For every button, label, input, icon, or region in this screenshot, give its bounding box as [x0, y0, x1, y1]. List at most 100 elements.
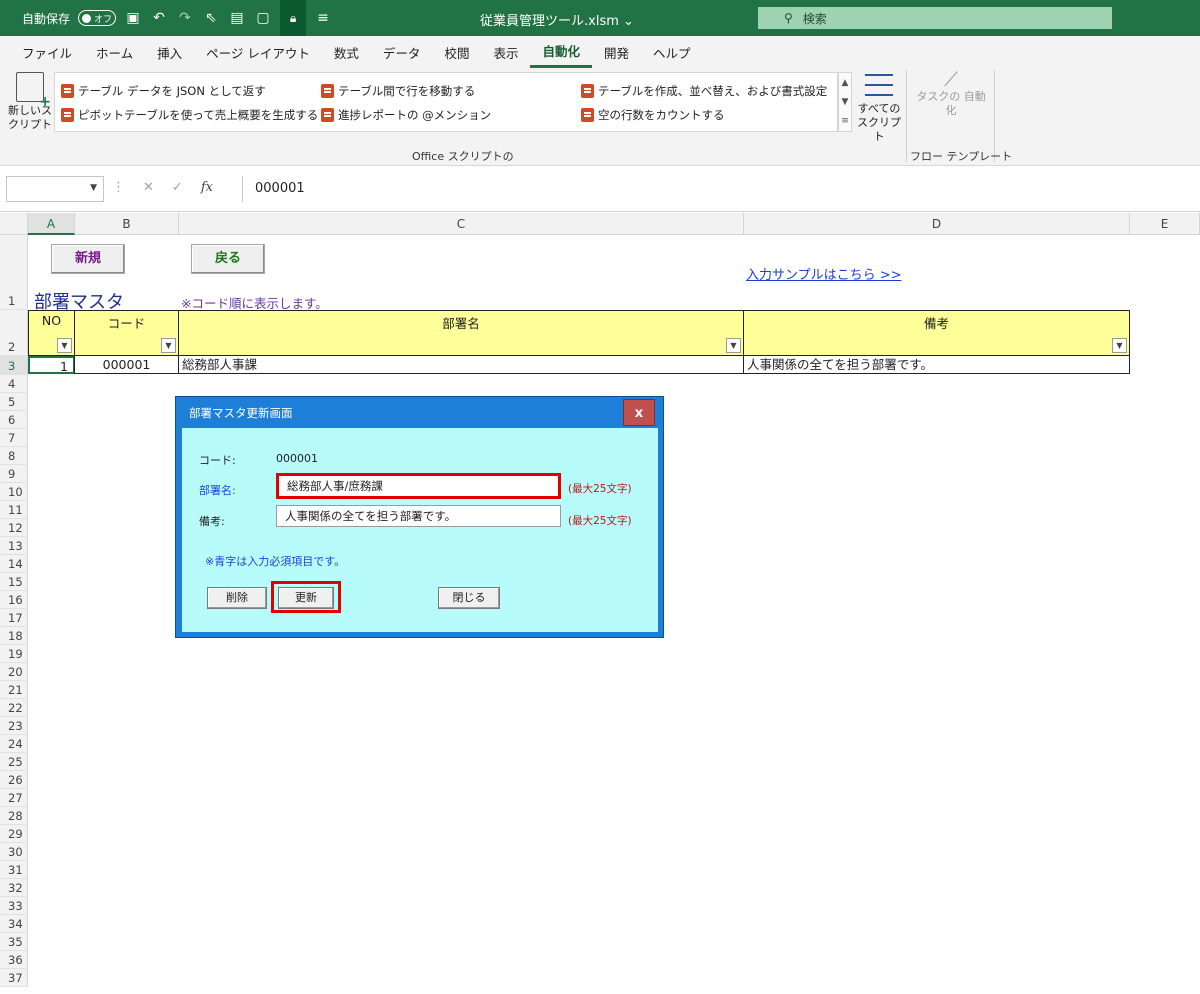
row-header[interactable]: 28: [0, 807, 28, 825]
scroll-up-icon[interactable]: ▲: [842, 78, 849, 88]
cancel-icon[interactable]: ✕: [143, 180, 154, 195]
script-item[interactable]: テーブルを作成、並べ替え、および書式設定: [581, 83, 827, 99]
filter-dropdown-icon[interactable]: ▼: [1112, 338, 1127, 353]
close-dialog-button[interactable]: 閉じる: [438, 587, 500, 609]
back-button[interactable]: 戻る: [191, 244, 265, 274]
row-header[interactable]: 33: [0, 897, 28, 915]
row-header[interactable]: 12: [0, 519, 28, 537]
new-button[interactable]: 新規: [51, 244, 125, 274]
row-header[interactable]: 21: [0, 681, 28, 699]
row-header[interactable]: 16: [0, 591, 28, 609]
formula-input[interactable]: 000001: [242, 176, 1200, 202]
row-header[interactable]: 26: [0, 771, 28, 789]
column-header-d[interactable]: D: [744, 213, 1130, 235]
row-header[interactable]: 9: [0, 465, 28, 483]
row-header[interactable]: 18: [0, 627, 28, 645]
task-automation-button[interactable]: ⟋ タスクの 自動化: [916, 69, 986, 118]
filter-dropdown-icon[interactable]: ▼: [161, 338, 176, 353]
row-header[interactable]: 36: [0, 951, 28, 969]
tab-help[interactable]: ヘルプ: [641, 36, 703, 68]
delete-button[interactable]: 削除: [207, 587, 267, 609]
script-item[interactable]: 進捗レポートの @メンション: [321, 107, 491, 123]
document-title[interactable]: 従業員管理ツール.xlsm ⌄: [480, 10, 634, 29]
filter-dropdown-icon[interactable]: ▼: [57, 338, 72, 353]
gallery-scroll[interactable]: ▲ ▼ ≡: [838, 72, 852, 132]
row-header[interactable]: 3: [0, 356, 28, 375]
script-item[interactable]: ピボットテーブルを使って売上概要を生成する: [61, 107, 318, 123]
tab-insert[interactable]: 挿入: [145, 36, 194, 68]
row-header[interactable]: 24: [0, 735, 28, 753]
column-header-c[interactable]: C: [179, 213, 744, 235]
select-all-corner[interactable]: [0, 213, 28, 235]
column-header-a[interactable]: A: [28, 213, 75, 235]
tab-formulas[interactable]: 数式: [322, 36, 371, 68]
redo-icon[interactable]: ↷: [176, 9, 194, 27]
row-header[interactable]: 7: [0, 429, 28, 447]
row-header[interactable]: 22: [0, 699, 28, 717]
tab-automate[interactable]: 自動化: [530, 36, 592, 68]
new-script-button[interactable]: 新しいス クリプト: [8, 72, 52, 132]
tab-data[interactable]: データ: [371, 36, 433, 68]
tab-home[interactable]: ホーム: [84, 36, 145, 68]
tab-file[interactable]: ファイル: [10, 36, 84, 68]
row-header[interactable]: 5: [0, 393, 28, 411]
row-header[interactable]: 11: [0, 501, 28, 519]
all-scripts-button[interactable]: すべての スクリプト: [854, 72, 904, 144]
tab-review[interactable]: 校閲: [432, 36, 481, 68]
tab-developer[interactable]: 開発: [592, 36, 641, 68]
row-header[interactable]: 27: [0, 789, 28, 807]
row-header[interactable]: 2: [0, 310, 28, 356]
update-button[interactable]: 更新: [278, 587, 334, 609]
row-header[interactable]: 31: [0, 861, 28, 879]
customize-qat-icon[interactable]: ≡: [314, 9, 332, 27]
row-header[interactable]: 17: [0, 609, 28, 627]
document-icon[interactable]: ▤: [228, 9, 246, 27]
row-header[interactable]: 20: [0, 663, 28, 681]
row-header[interactable]: 6: [0, 411, 28, 429]
cell-code[interactable]: 000001: [74, 356, 179, 374]
row-header[interactable]: 8: [0, 447, 28, 465]
column-header-b[interactable]: B: [75, 213, 179, 235]
scroll-down-icon[interactable]: ▼: [842, 97, 849, 107]
enter-icon[interactable]: ✓: [172, 180, 183, 195]
expand-gallery-icon[interactable]: ≡: [841, 116, 849, 126]
search-box[interactable]: ⚲ 検索: [758, 7, 1112, 29]
undo-icon[interactable]: ↶: [150, 9, 168, 27]
close-button[interactable]: x: [623, 399, 655, 426]
row-header[interactable]: 30: [0, 843, 28, 861]
row-header[interactable]: 10: [0, 483, 28, 501]
remarks-input[interactable]: 人事関係の全てを担う部署です。: [276, 505, 561, 527]
row-header[interactable]: 32: [0, 879, 28, 897]
row-header[interactable]: 29: [0, 825, 28, 843]
script-item[interactable]: テーブル間で行を移動する: [321, 83, 475, 99]
tab-page-layout[interactable]: ページ レイアウト: [194, 36, 322, 68]
row-header[interactable]: 13: [0, 537, 28, 555]
name-box[interactable]: ▼: [6, 176, 104, 202]
cell-no[interactable]: 1: [28, 356, 75, 374]
text-box-icon[interactable]: ▢: [254, 9, 272, 27]
row-header[interactable]: 15: [0, 573, 28, 591]
row-header[interactable]: 37: [0, 969, 28, 987]
row-header[interactable]: 25: [0, 753, 28, 771]
sample-link[interactable]: 入力サンプルはこちら >>: [746, 264, 902, 283]
filter-dropdown-icon[interactable]: ▼: [726, 338, 741, 353]
column-header-e[interactable]: E: [1130, 213, 1200, 235]
cell-dept-name[interactable]: 総務部人事課: [178, 356, 744, 374]
lock-icon[interactable]: 🔒︎: [280, 0, 307, 36]
row-header[interactable]: 34: [0, 915, 28, 933]
row-header[interactable]: 19: [0, 645, 28, 663]
autosave-toggle[interactable]: オフ: [78, 10, 117, 26]
script-item[interactable]: テーブル データを JSON として返す: [61, 83, 266, 99]
tab-view[interactable]: 表示: [481, 36, 530, 68]
row-header[interactable]: 23: [0, 717, 28, 735]
row-header[interactable]: 1: [0, 235, 28, 310]
cell-remarks[interactable]: 人事関係の全てを担う部署です。: [743, 356, 1130, 374]
dept-name-input[interactable]: 総務部人事/庶務課: [276, 473, 561, 499]
pointer-icon[interactable]: ⇖: [202, 9, 220, 27]
save-icon[interactable]: ▣: [124, 9, 142, 27]
script-item[interactable]: 空の行数をカウントする: [581, 107, 725, 123]
insert-function-icon[interactable]: fx: [201, 180, 213, 195]
chevron-down-icon[interactable]: ▼: [90, 183, 97, 193]
row-header[interactable]: 4: [0, 375, 28, 393]
row-header[interactable]: 35: [0, 933, 28, 951]
